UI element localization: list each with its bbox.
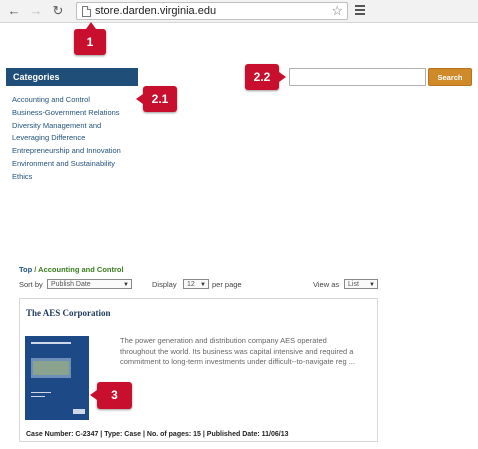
product-title[interactable]: The AES Corporation — [26, 308, 111, 318]
view-as-label: View as — [313, 280, 340, 289]
callout-2-2: 2.2 — [245, 64, 286, 90]
browser-menu-icon[interactable] — [354, 3, 366, 17]
forward-arrow-icon[interactable]: → — [28, 3, 44, 19]
sort-label: Sort by — [19, 280, 43, 289]
category-link[interactable]: Diversity Management and — [12, 120, 121, 133]
url-text: store.darden.virginia.edu — [95, 5, 217, 17]
page-icon — [82, 6, 91, 17]
callout-2-1: 2.1 — [136, 86, 177, 112]
display-select[interactable]: 12 ▼ — [183, 279, 209, 289]
chevron-down-icon: ▼ — [123, 282, 129, 288]
category-link[interactable]: Leveraging Difference — [12, 132, 121, 145]
search-input[interactable] — [289, 68, 426, 86]
breadcrumb-current[interactable]: Accounting and Control — [38, 265, 123, 274]
view-as-select-value: List — [348, 281, 359, 288]
browser-toolbar: ← → ↻ store.darden.virginia.edu ☆ — [0, 0, 478, 23]
product-description: The power generation and distribution co… — [120, 336, 355, 366]
sort-select-value: Publish Date — [51, 281, 91, 288]
back-arrow-icon[interactable]: ← — [6, 3, 22, 19]
categories-header: Categories — [6, 68, 138, 86]
product-cover-image[interactable] — [25, 336, 89, 420]
breadcrumb-top-link[interactable]: Top — [19, 265, 32, 274]
categories-list: Accounting and Control Business-Governme… — [12, 94, 121, 184]
view-as-select[interactable]: List ▼ — [344, 279, 378, 289]
chevron-down-icon: ▼ — [200, 282, 206, 288]
reload-icon[interactable]: ↻ — [50, 3, 66, 19]
search-button[interactable]: Search — [428, 68, 472, 86]
display-select-value: 12 — [187, 281, 195, 288]
callout-1: 1 — [74, 22, 106, 55]
breadcrumb: Top / Accounting and Control — [19, 265, 124, 274]
chevron-down-icon: ▼ — [369, 282, 375, 288]
per-page-label: per page — [212, 280, 242, 289]
address-bar[interactable]: store.darden.virginia.edu ☆ — [76, 2, 348, 20]
category-link[interactable]: Ethics — [12, 171, 121, 184]
bookmark-star-icon[interactable]: ☆ — [331, 3, 343, 19]
category-link[interactable]: Business-Government Relations — [12, 107, 121, 120]
display-label: Display — [152, 280, 177, 289]
category-link[interactable]: Accounting and Control — [12, 94, 121, 107]
category-link[interactable]: Entrepreneurship and Innovation — [12, 145, 121, 158]
sort-select[interactable]: Publish Date ▼ — [47, 279, 132, 289]
category-link[interactable]: Environment and Sustainability — [12, 158, 121, 171]
product-card: The AES Corporation The power generation… — [19, 298, 378, 442]
product-meta: Case Number: C-2347 | Type: Case | No. o… — [26, 431, 289, 438]
